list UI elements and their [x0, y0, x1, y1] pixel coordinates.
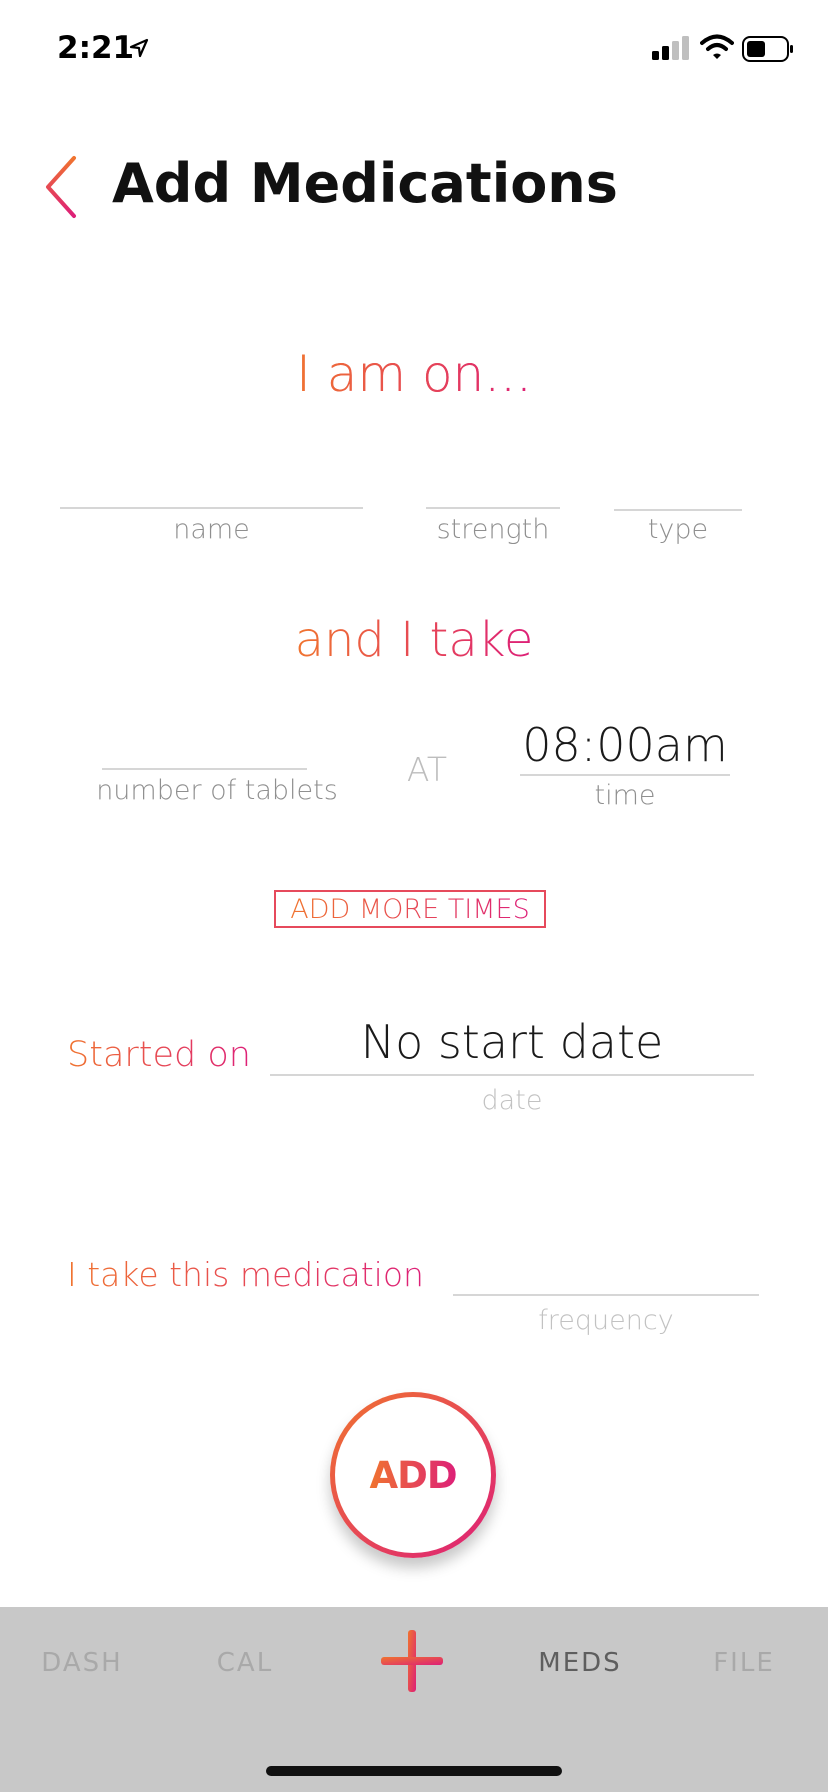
back-chevron-icon[interactable]: [38, 152, 86, 222]
name-label: name: [173, 514, 250, 545]
time-input-line: [520, 774, 730, 776]
start-date-line: [270, 1074, 754, 1076]
add-plus-icon[interactable]: [381, 1630, 443, 1692]
start-date-value[interactable]: No start date: [270, 1015, 754, 1069]
battery-icon: [742, 36, 793, 62]
time-value[interactable]: 08:00am: [520, 718, 730, 772]
add-button-label: ADD: [369, 1453, 457, 1497]
frequency-prefix-label: I take this medication: [67, 1255, 424, 1294]
frequency-input[interactable]: [453, 1294, 759, 1296]
tab-dash[interactable]: DASH: [12, 1648, 152, 1678]
tab-meds[interactable]: MEDS: [510, 1648, 650, 1678]
i-am-on-heading: I am on...: [0, 345, 828, 403]
add-more-times-button[interactable]: ADD MORE TIMES: [274, 890, 546, 928]
type-input[interactable]: [614, 509, 742, 511]
time-label: time: [594, 780, 656, 811]
status-time: 2:21: [57, 30, 135, 66]
strength-input[interactable]: [426, 507, 560, 509]
frequency-label: frequency: [538, 1305, 674, 1336]
location-arrow-icon: [129, 38, 149, 58]
tablets-input[interactable]: [102, 768, 307, 770]
wifi-icon: [700, 34, 734, 59]
started-on-label: Started on: [67, 1035, 251, 1075]
home-indicator[interactable]: [266, 1766, 562, 1776]
tab-file[interactable]: FILE: [674, 1648, 814, 1678]
and-i-take-heading: and I take: [294, 612, 534, 668]
strength-label: strength: [436, 514, 550, 545]
tablets-label: number of tablets: [96, 775, 338, 806]
tab-cal[interactable]: CAL: [175, 1648, 315, 1678]
name-input[interactable]: [60, 507, 363, 509]
add-medication-button[interactable]: ADD: [330, 1392, 496, 1558]
at-label: AT: [406, 750, 448, 789]
type-label: type: [647, 514, 709, 545]
date-label: date: [481, 1085, 543, 1116]
cellular-signal-icon: [652, 36, 689, 60]
page-title: Add Medications: [112, 152, 618, 215]
